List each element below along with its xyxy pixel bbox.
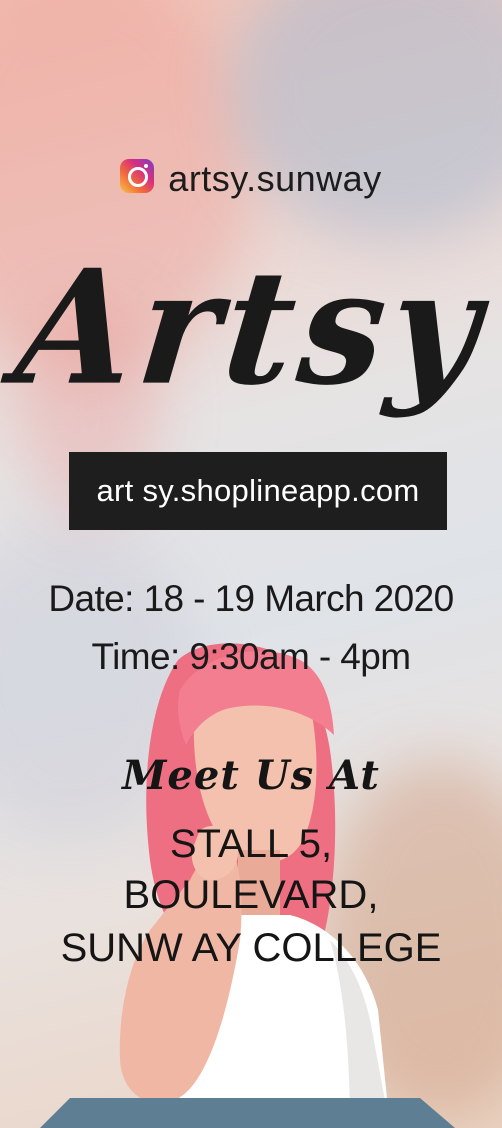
meet-us-heading: Meet Us At <box>122 752 380 799</box>
location-line-2: BOULEVARD, <box>123 873 379 917</box>
table <box>40 1098 455 1128</box>
website-url: art sy.shoplineapp.com <box>96 473 420 508</box>
instagram-row: artsy.sunway <box>0 158 502 200</box>
location-line-1: STALL 5, <box>169 822 333 866</box>
event-time: Time: 9:30am - 4pm <box>91 636 411 677</box>
instagram-handle: artsy.sunway <box>168 158 382 199</box>
website-banner: art sy.shoplineapp.com <box>69 452 447 530</box>
location-line-3: SUNW AY COLLEGE <box>60 926 442 970</box>
event-date: Date: 18 - 19 March 2020 <box>48 578 454 619</box>
instagram-icon <box>120 159 155 193</box>
brand-logo: Artsy <box>8 235 494 421</box>
flyer: artsy.sunway Artsy art sy.shoplineapp.co… <box>0 0 502 1128</box>
